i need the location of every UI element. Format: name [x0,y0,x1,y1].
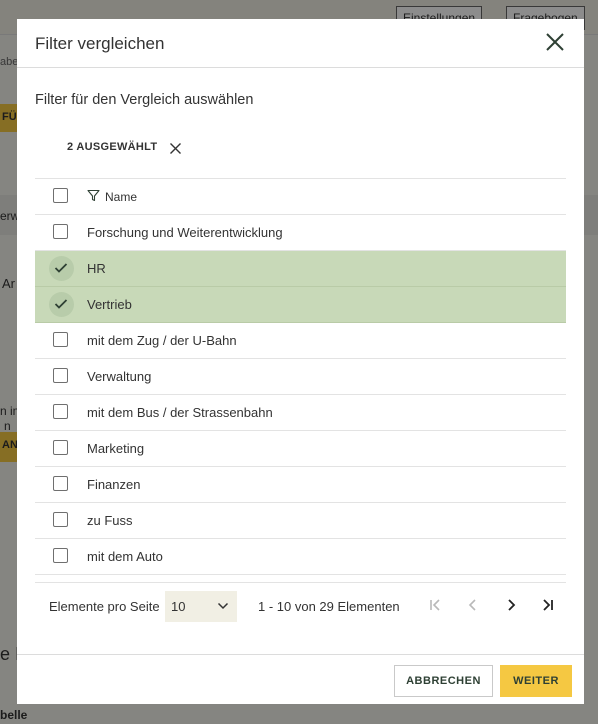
row-name: Forschung und Weiterentwicklung [87,225,283,240]
row-checkbox[interactable] [53,332,68,347]
per-page-select[interactable]: 10 [165,591,237,622]
first-page-button[interactable] [425,595,445,615]
dialog-title: Filter vergleichen [35,34,165,53]
row-name: mit dem Auto [87,549,163,564]
table-row[interactable]: Vertrieb [35,287,566,323]
checkmark-icon [54,299,68,309]
row-checkbox[interactable] [53,404,68,419]
row-name: HR [87,261,106,276]
page-range: 1 - 10 von 29 Elementen [258,599,400,614]
table-row[interactable]: mit dem Bus / der Strassenbahn [35,395,566,431]
row-name: mit dem Zug / der U-Bahn [87,333,237,348]
pagination: Elemente pro Seite 10 1 - 10 von 29 Elem… [35,582,566,629]
table-row[interactable]: Verwaltung [35,359,566,395]
dialog-footer: ABBRECHEN WEITER [17,654,584,705]
close-icon [170,143,181,154]
table-row[interactable]: Forschung und Weiterentwicklung [35,215,566,251]
per-page-value: 10 [171,599,186,614]
row-name: zu Fuss [87,513,133,528]
row-checkbox[interactable] [53,224,68,239]
previous-page-button[interactable] [463,595,483,615]
selected-count: 2 AUSGEWÄHLT [67,141,158,153]
checkmark-icon [54,263,68,273]
row-name: mit dem Bus / der Strassenbahn [87,405,273,420]
last-page-icon [543,599,553,611]
chevron-right-icon [508,599,516,611]
table-row[interactable]: zu Fuss [35,503,566,539]
row-checkbox-checked[interactable] [49,256,74,281]
next-page-button[interactable] [501,595,521,615]
next-button[interactable]: WEITER [500,665,572,697]
table-row[interactable]: Marketing [35,431,566,467]
close-icon [546,33,564,51]
per-page-label: Elemente pro Seite [49,599,160,614]
cancel-button[interactable]: ABBRECHEN [394,665,493,697]
last-page-button[interactable] [538,595,558,615]
table-row[interactable]: Finanzen [35,467,566,503]
dialog-subtitle: Filter für den Vergleich auswählen [35,92,254,108]
chevron-left-icon [468,599,476,611]
table-header: Name [35,178,566,215]
filter-icon[interactable] [87,189,100,202]
column-header-name[interactable]: Name [105,190,137,204]
chevron-down-icon [217,602,229,610]
clear-selection-button[interactable] [169,142,182,155]
close-button[interactable] [544,31,566,53]
row-name: Marketing [87,441,145,456]
row-name: Vertrieb [87,297,132,312]
row-checkbox[interactable] [53,512,68,527]
first-page-icon [430,599,440,611]
table-row[interactable]: HR [35,251,566,287]
filter-table: Name Forschung und Weiterentwicklung HR Ve… [35,178,566,575]
row-name: Verwaltung [87,369,152,384]
filter-compare-dialog: Filter vergleichen Filter für den Vergle… [17,19,584,704]
row-name: Finanzen [87,477,141,492]
row-checkbox[interactable] [53,548,68,563]
table-row[interactable]: mit dem Zug / der U-Bahn [35,323,566,359]
row-checkbox[interactable] [53,368,68,383]
table-row[interactable]: mit dem Auto [35,539,566,575]
select-all-checkbox[interactable] [53,188,68,203]
row-checkbox[interactable] [53,476,68,491]
row-checkbox-checked[interactable] [49,292,74,317]
dialog-header: Filter vergleichen [17,19,584,68]
row-checkbox[interactable] [53,440,68,455]
